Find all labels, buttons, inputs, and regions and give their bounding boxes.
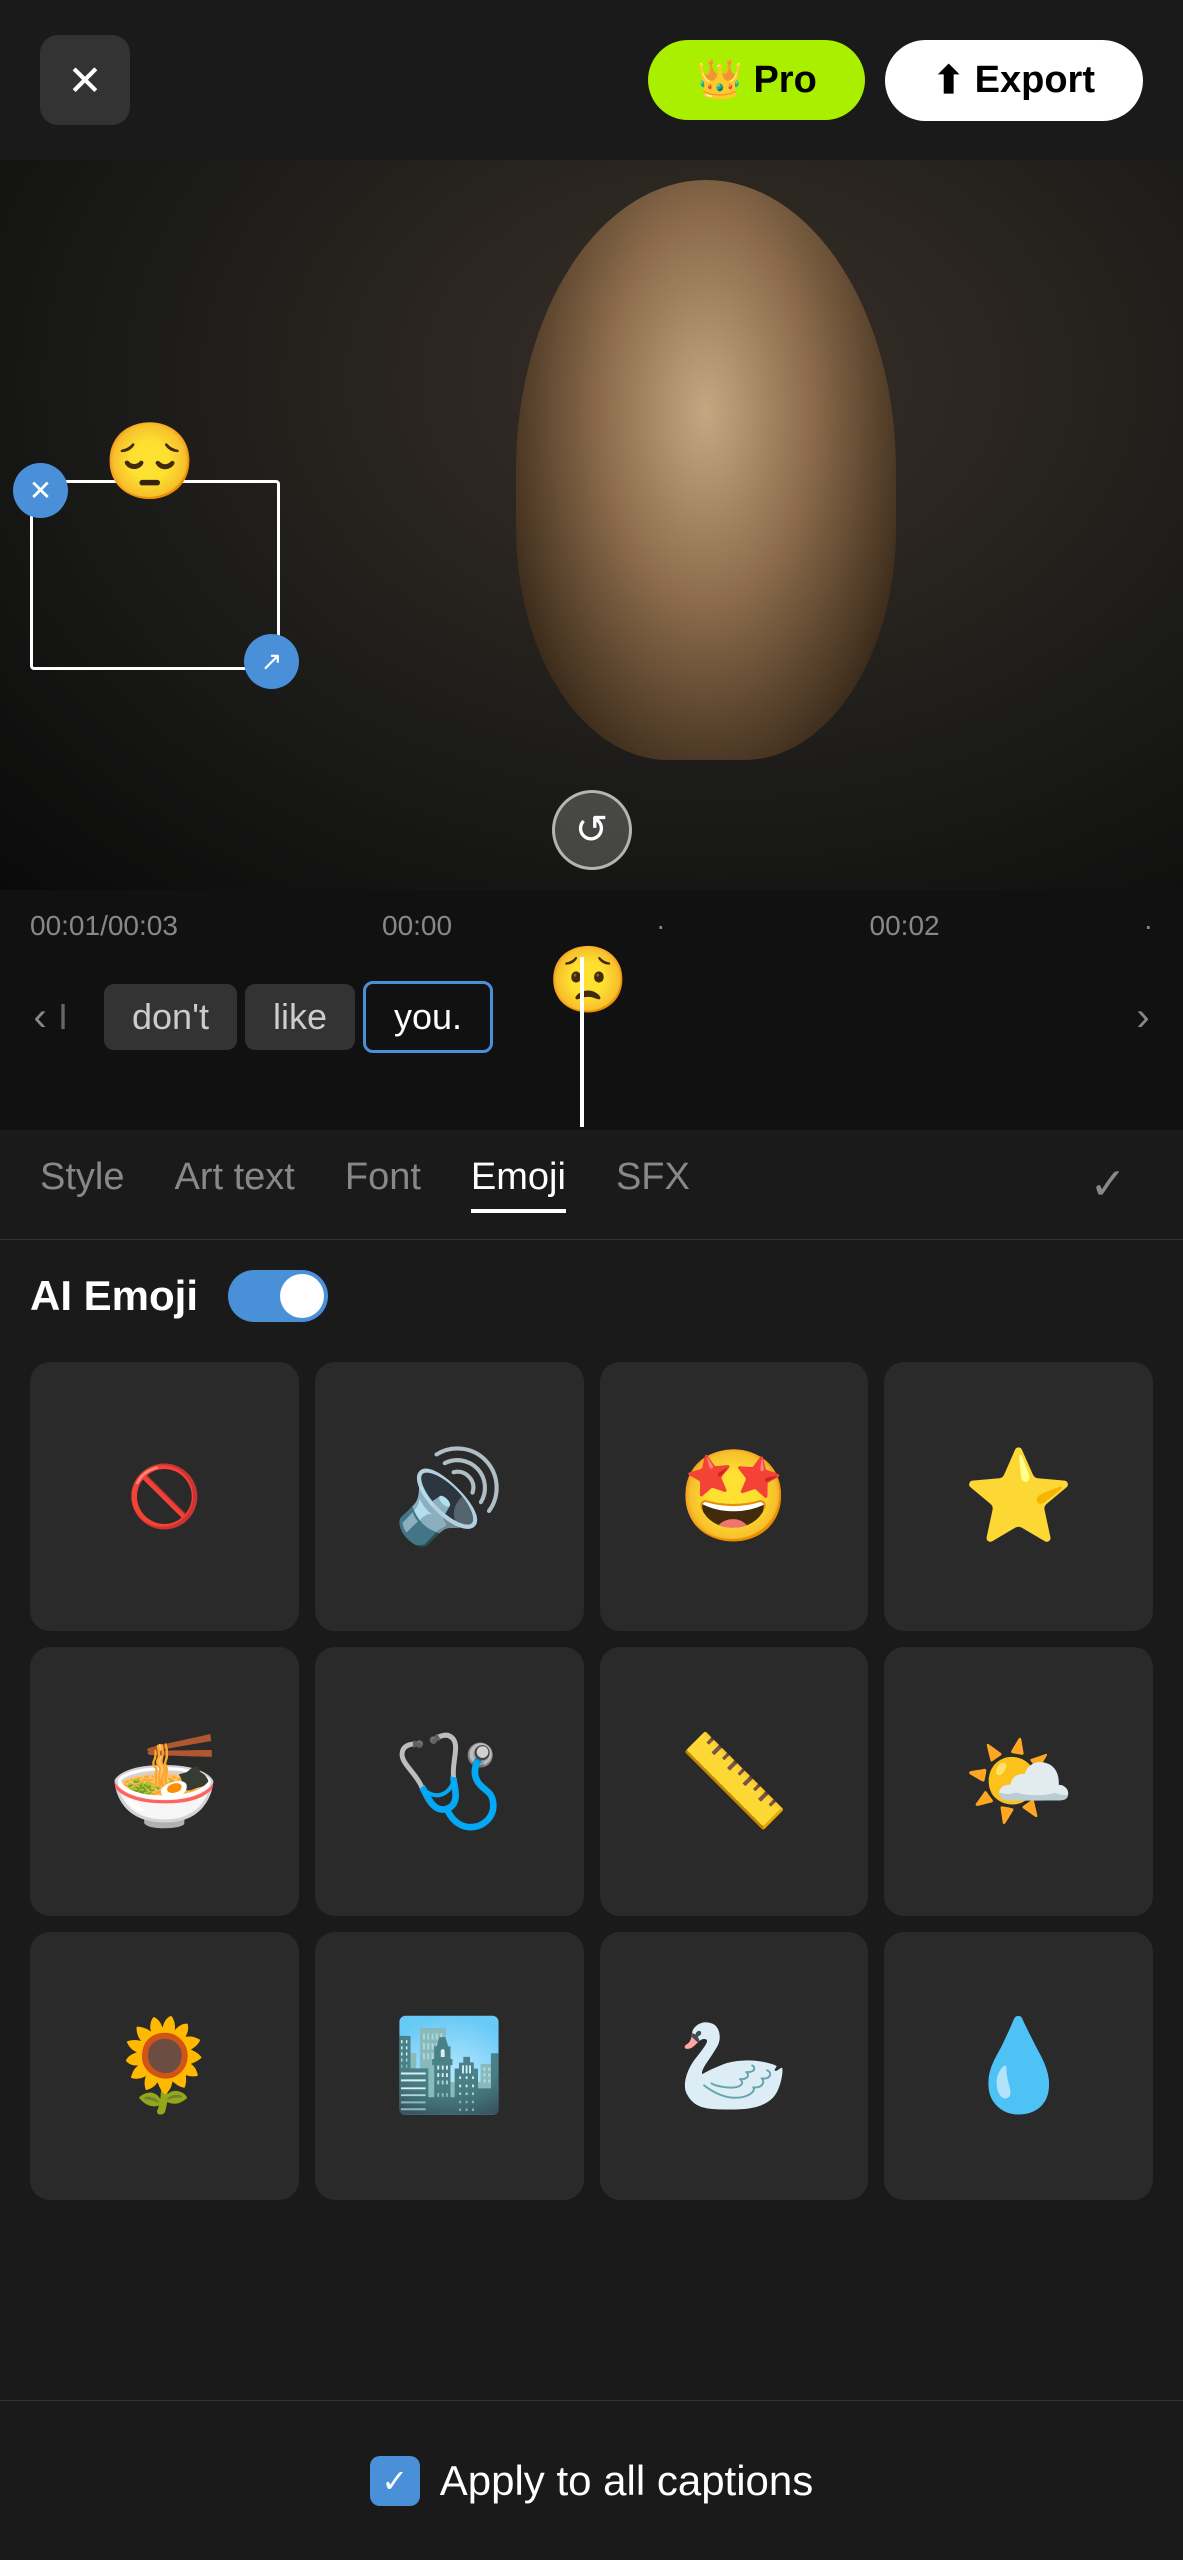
export-button[interactable]: ⬆ Export bbox=[885, 40, 1143, 121]
emoji-cell-ruler[interactable]: 📏 bbox=[600, 1647, 869, 1916]
export-icon: ⬆ bbox=[933, 58, 965, 103]
time-mark-1: 00:00 bbox=[382, 910, 452, 942]
apply-label: Apply to all captions bbox=[440, 2457, 814, 2505]
tab-style[interactable]: Style bbox=[40, 1156, 124, 1213]
time-dot-2: · bbox=[1144, 910, 1153, 942]
crown-icon: 👑 bbox=[696, 58, 743, 102]
timeline-times: 00:01/00:03 00:00 · 00:02 · bbox=[0, 910, 1183, 942]
caption-box[interactable]: ✕ 😔 ↗ bbox=[30, 480, 280, 670]
timeline-track: ‹ I don't like you. 😟 › bbox=[0, 957, 1183, 1077]
emoji-cell-stethoscope[interactable]: 🩺 bbox=[315, 1647, 584, 1916]
emoji-cell-speaker[interactable]: 🔊 bbox=[315, 1362, 584, 1631]
emoji-panel: AI Emoji 🚫 🔊 🤩 ⭐ 🍜 🩺 📏 🌤️ 🌻 🏙️ 🦢 💧 bbox=[0, 1240, 1183, 2220]
caption-emoji: 😔 bbox=[103, 418, 196, 506]
pro-button[interactable]: 👑 Pro bbox=[648, 40, 865, 120]
current-time: 00:01/00:03 bbox=[30, 910, 178, 942]
time-dot-1: · bbox=[656, 910, 665, 942]
timeline: 00:01/00:03 00:00 · 00:02 · ‹ I don't li… bbox=[0, 890, 1183, 1130]
tab-art-text[interactable]: Art text bbox=[174, 1156, 294, 1213]
apply-bar: ✓ Apply to all captions bbox=[0, 2400, 1183, 2560]
tab-font[interactable]: Font bbox=[345, 1156, 421, 1213]
caption-box-close[interactable]: ✕ bbox=[13, 463, 68, 518]
video-background: ✕ 😔 ↗ ↺ bbox=[0, 160, 1183, 890]
prev-arrow[interactable]: ‹ bbox=[10, 987, 70, 1047]
emoji-cell-droplet[interactable]: 💧 bbox=[884, 1932, 1153, 2201]
emoji-cell-disabled[interactable]: 🚫 bbox=[30, 1362, 299, 1631]
timeline-emoji: 😟 bbox=[548, 942, 629, 1018]
emoji-grid: 🚫 🔊 🤩 ⭐ 🍜 🩺 📏 🌤️ 🌻 🏙️ 🦢 💧 bbox=[30, 1362, 1153, 2220]
ai-emoji-toggle[interactable] bbox=[228, 1270, 328, 1322]
ai-emoji-label: AI Emoji bbox=[30, 1272, 198, 1320]
confirm-button[interactable]: ✓ bbox=[1073, 1150, 1143, 1220]
resize-handle[interactable]: ↗ bbox=[244, 634, 299, 689]
word-chip-like[interactable]: like bbox=[245, 984, 355, 1050]
tabs-container: Style Art text Font Emoji SFX bbox=[40, 1156, 690, 1213]
word-chip-dont[interactable]: don't bbox=[104, 984, 237, 1050]
word-chip-you[interactable]: you. bbox=[363, 981, 493, 1053]
tab-sfx[interactable]: SFX bbox=[616, 1156, 690, 1213]
emoji-cell-swan[interactable]: 🦢 bbox=[600, 1932, 869, 2201]
tab-bar: Style Art text Font Emoji SFX ✓ bbox=[0, 1130, 1183, 1240]
next-arrow[interactable]: › bbox=[1113, 987, 1173, 1047]
emoji-cell-star[interactable]: ⭐ bbox=[884, 1362, 1153, 1631]
ai-emoji-row: AI Emoji bbox=[30, 1270, 1153, 1322]
emoji-cell-partly-cloudy[interactable]: 🌤️ bbox=[884, 1647, 1153, 1916]
time-mark-2: 00:02 bbox=[870, 910, 940, 942]
emoji-cell-cityscape[interactable]: 🏙️ bbox=[315, 1932, 584, 2201]
emoji-cell-starstruck[interactable]: 🤩 bbox=[600, 1362, 869, 1631]
video-area: ✕ 😔 ↗ ↺ bbox=[0, 160, 1183, 890]
toggle-knob bbox=[280, 1274, 324, 1318]
emoji-cell-sunflower[interactable]: 🌻 bbox=[30, 1932, 299, 2201]
tab-emoji[interactable]: Emoji bbox=[471, 1156, 566, 1213]
top-right-actions: 👑 Pro ⬆ Export bbox=[648, 40, 1143, 121]
top-bar: ✕ 👑 Pro ⬆ Export bbox=[0, 0, 1183, 160]
apply-checkbox[interactable]: ✓ bbox=[370, 2456, 420, 2506]
playhead bbox=[580, 957, 584, 1127]
face-simulation bbox=[516, 180, 896, 760]
close-button[interactable]: ✕ bbox=[40, 35, 130, 125]
replay-button[interactable]: ↺ bbox=[552, 790, 632, 870]
emoji-cell-noodles[interactable]: 🍜 bbox=[30, 1647, 299, 1916]
